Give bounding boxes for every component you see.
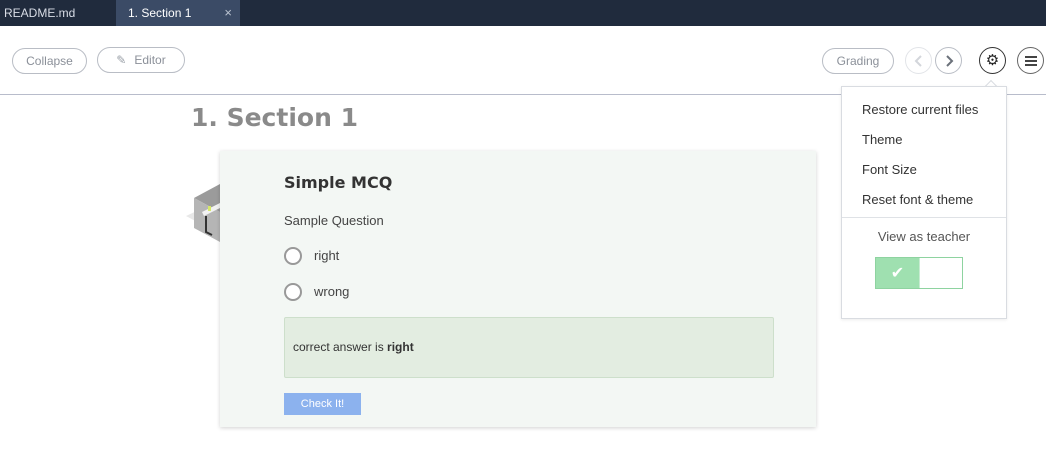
tab-readme[interactable]: README.md (0, 0, 116, 26)
menu-item-font-size[interactable]: Font Size (862, 162, 917, 177)
collapse-label: Collapse (26, 54, 73, 68)
gear-icon: ⚙ (985, 51, 1000, 69)
answer-value: right (387, 340, 414, 354)
grading-button[interactable]: Grading (822, 48, 894, 74)
menu-item-theme[interactable]: Theme (862, 132, 902, 147)
divider (842, 217, 1006, 218)
hamburger-icon (1025, 56, 1037, 66)
page-title: 1. Section 1 (191, 103, 358, 132)
tab-section-1[interactable]: 1. Section 1 × (116, 0, 240, 26)
radio-button[interactable] (284, 247, 302, 265)
menu-button[interactable] (1017, 47, 1044, 74)
answer-prefix: correct answer is (293, 340, 388, 354)
editor-button[interactable]: ✎ Editor (97, 47, 185, 73)
settings-button[interactable]: ⚙ (979, 47, 1006, 74)
answer-feedback: correct answer is right (284, 317, 774, 378)
close-icon[interactable]: × (224, 0, 232, 26)
toolbar: Collapse ✎ Editor Grading ⚙ (0, 26, 1046, 95)
mcq-card: Simple MCQ Sample Question right wrong c… (220, 151, 816, 427)
previous-button[interactable] (905, 47, 932, 74)
toggle-knob[interactable] (919, 258, 962, 288)
radio-button[interactable] (284, 283, 302, 301)
editor-label: Editor (134, 53, 166, 67)
view-as-teacher-label: View as teacher (877, 229, 971, 244)
option-label: wrong (314, 284, 350, 299)
tab-readme-label: README.md (4, 6, 76, 20)
view-as-teacher-toggle[interactable]: ✔ (875, 257, 963, 289)
answer-text: correct answer is right (293, 340, 414, 354)
chevron-right-icon (945, 55, 953, 67)
menu-item-restore-files[interactable]: Restore current files (862, 102, 978, 117)
chevron-left-icon (914, 55, 922, 67)
menu-item-reset-font-theme[interactable]: Reset font & theme (862, 192, 973, 207)
question-text: Sample Question (284, 213, 384, 228)
checkmark-icon: ✔ (876, 258, 919, 288)
tab-section-1-label: 1. Section 1 (128, 6, 192, 20)
next-button[interactable] (935, 47, 962, 74)
tab-bar: README.md 1. Section 1 × (0, 0, 1046, 26)
pencil-icon: ✎ (116, 53, 127, 67)
mcq-title: Simple MCQ (284, 173, 393, 192)
collapse-button[interactable]: Collapse (12, 48, 87, 74)
check-button[interactable]: Check It! (284, 393, 361, 415)
option-label: right (314, 248, 340, 263)
settings-dropdown: Restore current files Theme Font Size Re… (841, 86, 1007, 319)
grading-label: Grading (836, 54, 880, 68)
